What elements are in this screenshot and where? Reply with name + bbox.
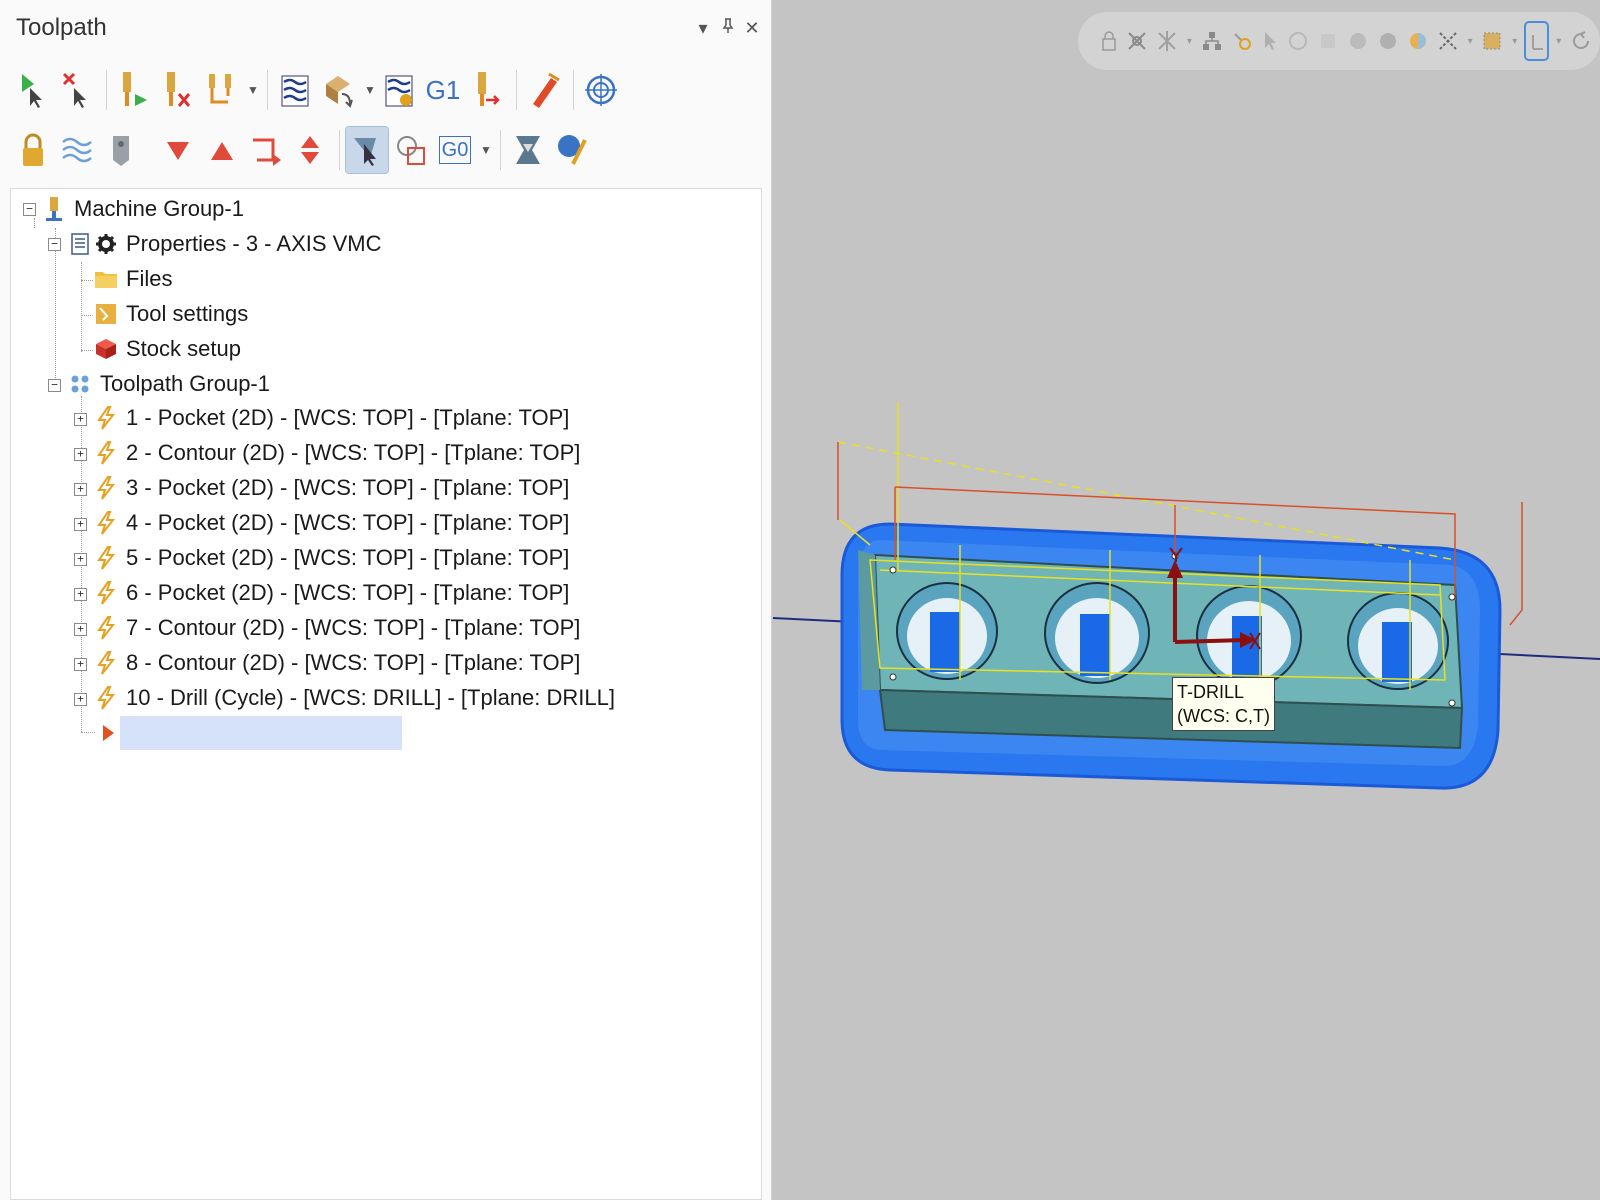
tooltip-detail: (WCS: C,T) — [1177, 706, 1270, 726]
hole-2 — [1044, 582, 1150, 684]
hole-1 — [896, 582, 998, 680]
part-3d-scene[interactable] — [0, 0, 1600, 1200]
tooltip-title: T-DRILL — [1177, 682, 1245, 702]
hole-3 — [1196, 585, 1302, 687]
hole-4 — [1347, 592, 1449, 690]
wcs-tooltip: T-DRILL (WCS: C,T) — [1172, 677, 1275, 731]
